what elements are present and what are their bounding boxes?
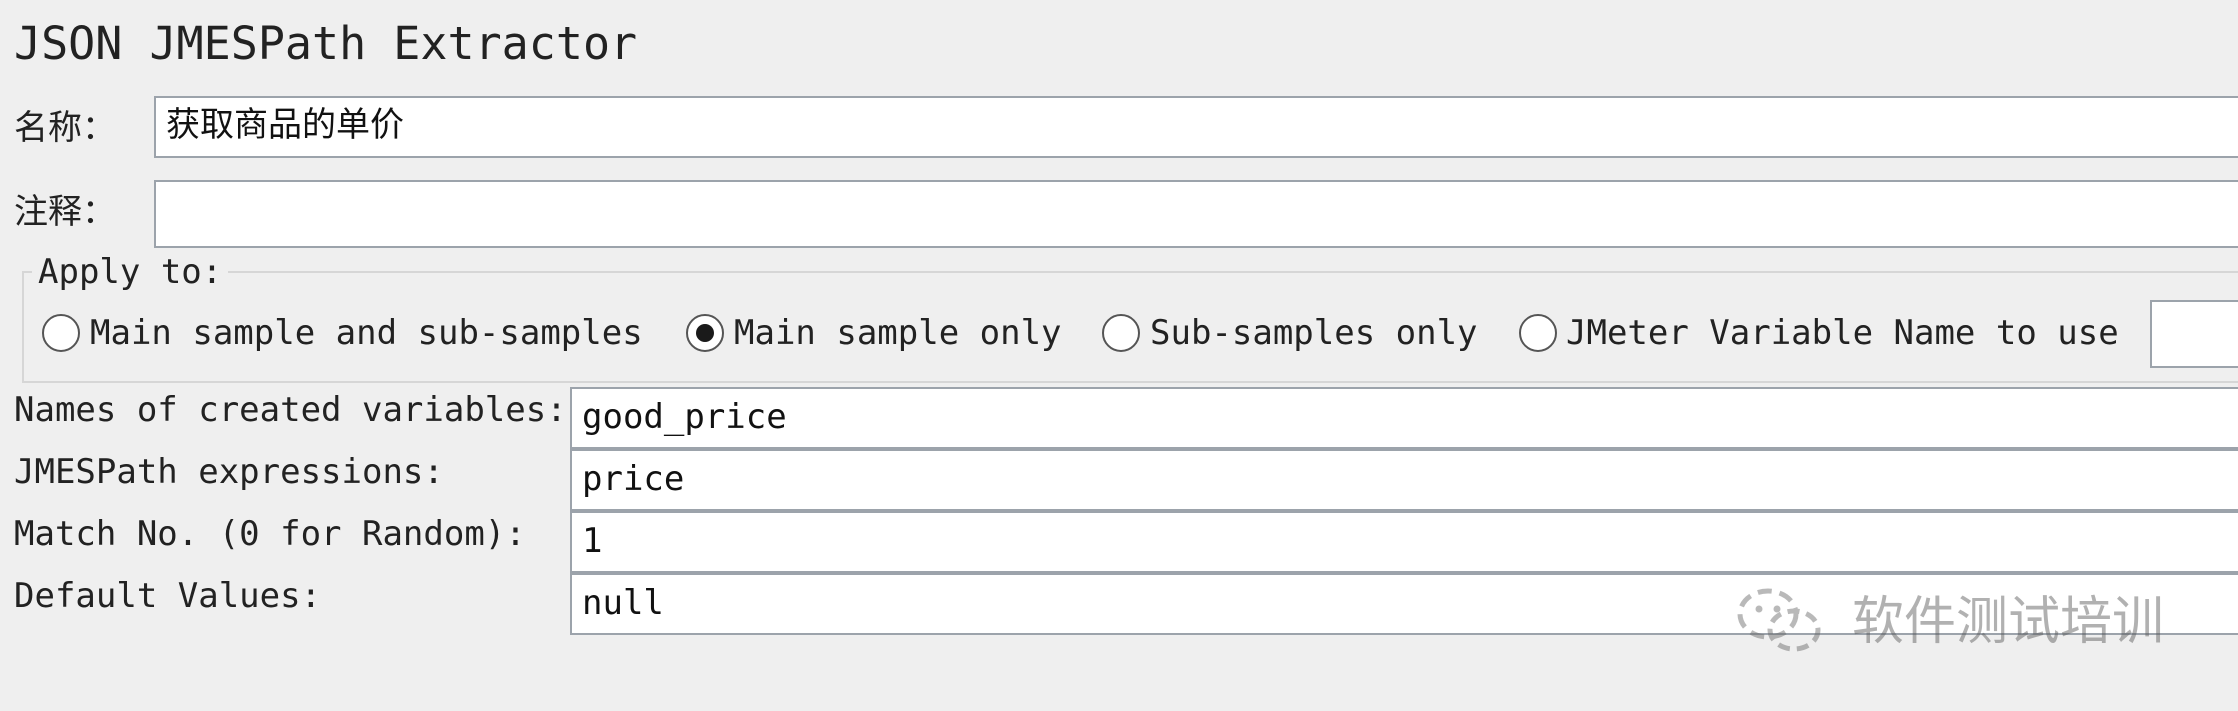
match-no-input[interactable]: 1 [570,511,2238,573]
radio-main-sample-only-label[interactable]: Main sample only [734,310,1062,356]
variables-input[interactable]: good_price [570,387,2238,449]
expressions-label: JMESPath expressions: [14,452,444,492]
name-input[interactable]: 获取商品的单价 [154,96,2238,158]
match-no-label: Match No. (0 for Random): [14,514,526,554]
jmeter-variable-name-input[interactable] [2150,300,2238,368]
comment-input[interactable] [154,180,2238,248]
radio-sub-samples-only-label[interactable]: Sub-samples only [1150,310,1478,356]
radio-selected-dot [696,324,714,342]
default-values-label: Default Values: [14,576,322,616]
wechat-icon [1737,588,1821,652]
radio-main-and-sub-samples[interactable] [42,314,80,352]
radio-sub-samples-only[interactable] [1102,314,1140,352]
variables-label: Names of created variables: [14,390,567,430]
expressions-input[interactable]: price [570,449,2238,511]
apply-to-legend: Apply to: [32,250,229,294]
comment-label: 注释： [14,192,116,232]
radio-jmeter-variable-label[interactable]: JMeter Variable Name to use [1566,310,2119,356]
radio-jmeter-variable[interactable] [1519,314,1557,352]
radio-main-sample-only[interactable] [686,314,724,352]
watermark: 软件测试培训 [1732,580,2164,660]
name-label: 名称： [14,108,116,148]
radio-main-and-sub-samples-label[interactable]: Main sample and sub-samples [90,310,643,356]
panel-title: JSON JMESPath Extractor [14,17,638,70]
watermark-text: 软件测试培训 [1852,592,2165,652]
